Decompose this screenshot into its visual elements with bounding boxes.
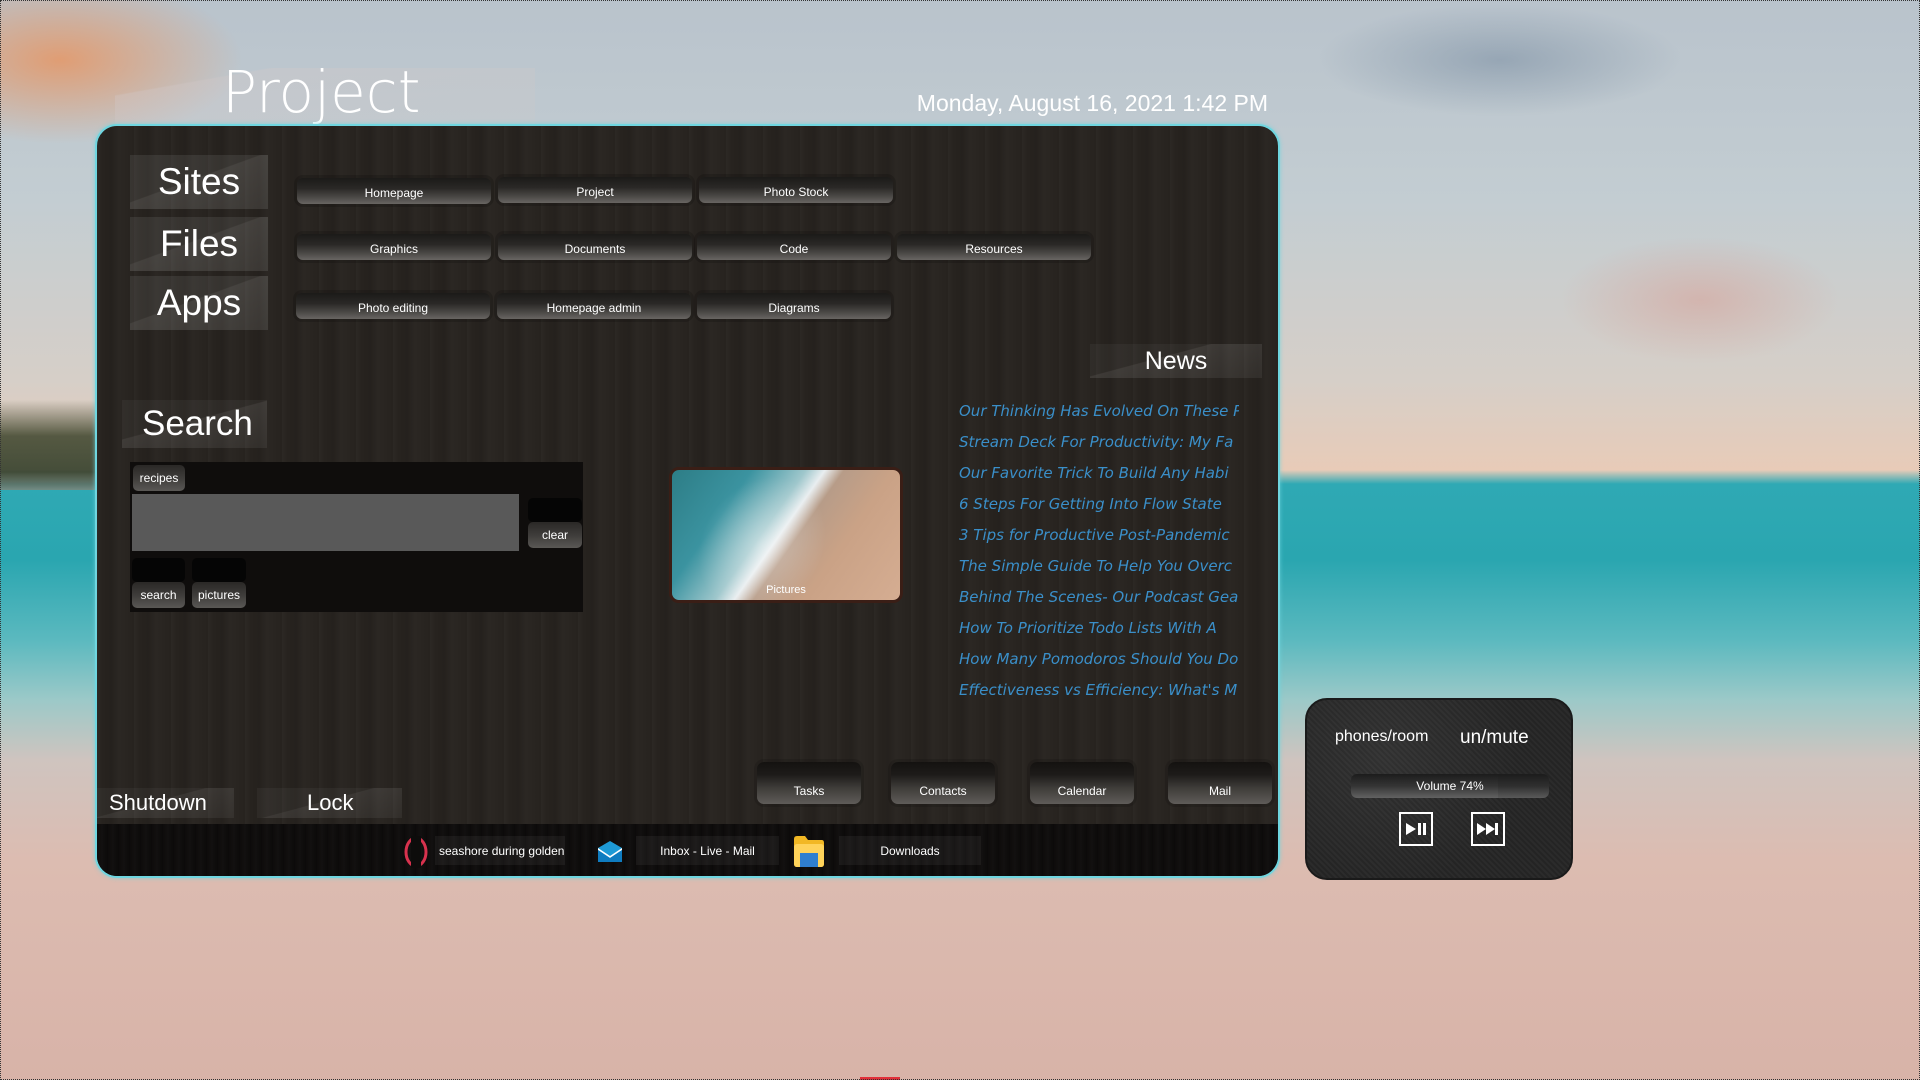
news-item[interactable]: 3 Tips for Productive Post-Pandemic: [959, 520, 1239, 551]
volume-slider[interactable]: Volume 74%: [1351, 774, 1549, 798]
news-item[interactable]: Behind The Scenes- Our Podcast Gear: [959, 582, 1239, 613]
taskbar: seashore during golden hou Inbox - Live …: [97, 824, 1278, 876]
link-homepage[interactable]: Homepage: [297, 178, 491, 204]
play-pause-icon: [1406, 823, 1426, 835]
news-item[interactable]: Our Favorite Trick To Build Any Habi: [959, 458, 1239, 489]
category-label-apps: Apps: [130, 276, 268, 330]
tasks-button[interactable]: Tasks: [757, 762, 861, 804]
search-box: recipes clear search pictures: [130, 462, 583, 612]
background-palm-trees: [0, 400, 95, 490]
news-item[interactable]: How Many Pomodoros Should You Do: [959, 644, 1239, 675]
recipes-preset-button[interactable]: recipes: [133, 465, 185, 491]
next-track-button[interactable]: [1471, 812, 1505, 846]
pictures-button-shadow: [192, 558, 246, 582]
link-code[interactable]: Code: [697, 234, 891, 260]
main-panel: Sites Files Apps Homepage Project Photo …: [95, 124, 1280, 878]
category-label-sites: Sites: [130, 155, 268, 209]
clear-button-shadow: [528, 498, 582, 522]
taskbar-item-browser[interactable]: seashore during golden hou: [435, 836, 565, 865]
news-item[interactable]: How To Prioritize Todo Lists With A: [959, 613, 1239, 644]
pictures-tile[interactable]: Pictures: [669, 467, 903, 603]
search-input[interactable]: [132, 494, 519, 551]
mute-toggle-button[interactable]: un/mute: [1460, 727, 1529, 749]
calendar-button[interactable]: Calendar: [1030, 762, 1134, 804]
news-item[interactable]: Effectiveness vs Efficiency: What's M: [959, 675, 1239, 706]
news-list: Our Thinking Has Evolved On These P Stre…: [959, 396, 1239, 706]
news-item[interactable]: Stream Deck For Productivity: My Fa: [959, 427, 1239, 458]
contacts-button[interactable]: Contacts: [891, 762, 995, 804]
link-graphics[interactable]: Graphics: [297, 234, 491, 260]
mail-icon[interactable]: [597, 840, 623, 864]
search-button[interactable]: search: [132, 582, 185, 608]
news-item[interactable]: Our Thinking Has Evolved On These P: [959, 396, 1239, 427]
play-pause-button[interactable]: [1399, 812, 1433, 846]
category-label-files: Files: [130, 217, 268, 271]
news-item[interactable]: The Simple Guide To Help You Overc: [959, 551, 1239, 582]
datetime: Monday, August 16, 2021 1:42 PM: [916, 90, 1268, 116]
output-toggle-button[interactable]: phones/room: [1335, 728, 1428, 746]
link-project[interactable]: Project: [498, 177, 692, 203]
folder-icon[interactable]: [793, 834, 825, 868]
taskbar-item-downloads[interactable]: Downloads: [839, 836, 981, 865]
lock-button[interactable]: Lock: [257, 788, 402, 818]
link-diagrams[interactable]: Diagrams: [697, 293, 891, 319]
page-title: Project: [222, 58, 421, 126]
search-title: Search: [122, 400, 267, 448]
mail-button[interactable]: Mail: [1168, 762, 1272, 804]
pictures-search-button[interactable]: pictures: [192, 582, 246, 608]
pictures-thumbnail-image: [672, 470, 869, 600]
volume-label: Volume 74%: [1416, 779, 1484, 793]
opera-icon[interactable]: [401, 836, 431, 868]
pictures-tile-label: Pictures: [766, 584, 806, 596]
clear-button[interactable]: clear: [528, 522, 582, 548]
next-track-icon: [1477, 823, 1498, 835]
news-header: News: [1090, 344, 1262, 378]
link-photo-stock[interactable]: Photo Stock: [699, 177, 893, 203]
link-documents[interactable]: Documents: [498, 234, 692, 260]
link-resources[interactable]: Resources: [897, 234, 1091, 260]
taskbar-item-mail[interactable]: Inbox - Live - Mail: [636, 836, 779, 865]
search-button-shadow: [132, 558, 185, 582]
link-homepage-admin[interactable]: Homepage admin: [497, 293, 691, 319]
link-photo-editing[interactable]: Photo editing: [296, 293, 490, 319]
news-item[interactable]: 6 Steps For Getting Into Flow State: [959, 489, 1239, 520]
media-widget: phones/room un/mute Volume 74%: [1305, 698, 1573, 880]
shutdown-button[interactable]: Shutdown: [97, 788, 234, 818]
